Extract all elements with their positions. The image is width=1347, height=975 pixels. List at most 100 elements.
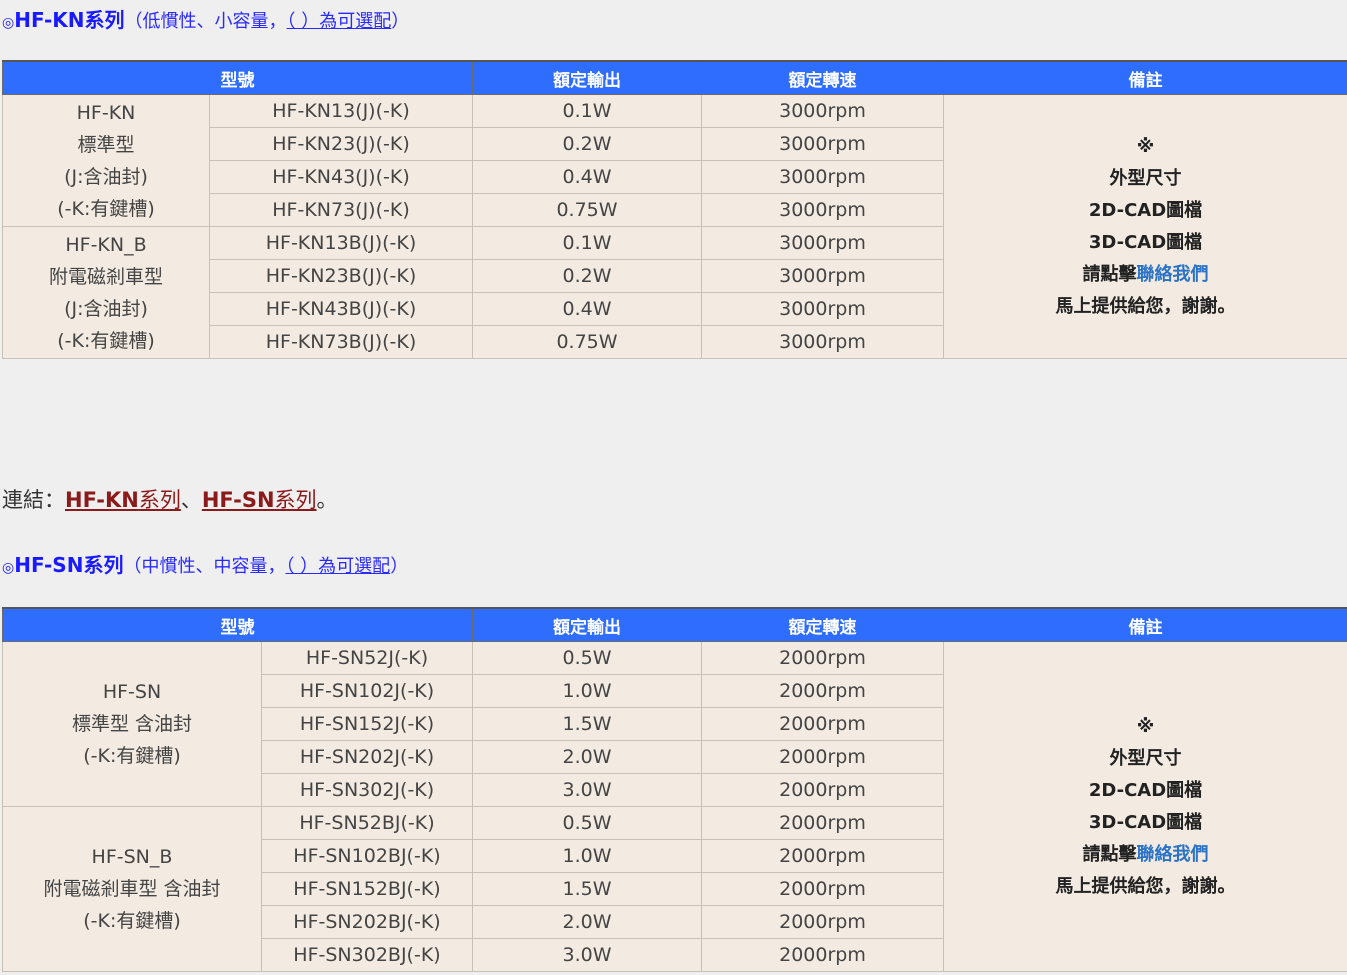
output-cell: 0.75W (472, 325, 702, 359)
output-cell: 1.0W (472, 674, 702, 708)
note-2d-cad: 2D-CAD圖檔 (1088, 199, 1203, 221)
model-cell: HF-KN43(J)(-K) (209, 160, 473, 194)
speed-cell: 2000rpm (701, 872, 944, 906)
output-cell: 0.5W (472, 806, 702, 840)
output-cell: 0.2W (472, 127, 702, 161)
table-row: HF-KN 標準型 (J:含油封) (-K:有鍵槽) HF-KN13(J)(-K… (2, 94, 1347, 359)
output-cell: 2.0W (472, 905, 702, 939)
speed-cell: 2000rpm (701, 674, 944, 708)
group-label-line: HF-SN (102, 681, 162, 703)
model-cell: HF-SN302BJ(-K) (261, 938, 473, 972)
model-cell: HF-KN43B(J)(-K) (209, 292, 473, 326)
note-dimension: 外型尺寸 (1109, 747, 1182, 769)
model-cell: HF-KN13B(J)(-K) (209, 226, 473, 260)
note-contact-line: 請點擊聯絡我們 (944, 259, 1347, 291)
speed-cell: 3000rpm (701, 193, 944, 227)
group-label-line: HF-SN_B (91, 846, 173, 868)
kn-section-heading: ◎HF-KN系列（低慣性、小容量，（ ）為可選配） (2, 4, 409, 33)
model-cell: HF-SN202BJ(-K) (261, 905, 473, 939)
model-cell: HF-KN23(J)(-K) (209, 127, 473, 161)
speed-cell: 2000rpm (701, 773, 944, 807)
note-3d-cad: 3D-CAD圖檔 (1088, 231, 1203, 253)
speed-cell: 3000rpm (701, 94, 944, 128)
output-cell: 0.5W (472, 641, 702, 675)
header-speed: 額定轉速 (701, 60, 944, 95)
bullet-icon: ◎ (2, 560, 15, 576)
header-note: 備註 (943, 60, 1347, 95)
sn-group-standard: HF-SN 標準型 含油封 (-K:有鍵槽) (2, 641, 262, 807)
model-cell: HF-SN102J(-K) (261, 674, 473, 708)
kn-spec-table: 型號 額定輸出 額定轉速 備註 HF-KN 標準型 (J:含油封) (-K:有鍵… (2, 60, 1347, 359)
hf-kn-series-link[interactable]: HF-KN系列 (65, 488, 181, 512)
group-label-line: (-K:有鍵槽) (83, 745, 181, 767)
sn-spec-table: 型號 額定輸出 額定轉速 備註 HF-SN 標準型 含油封 (-K:有鍵槽) H… (2, 607, 1347, 972)
links-separator: 、 (180, 488, 202, 512)
note-mark: ※ (1136, 715, 1155, 737)
sn-note-cell: ※ 外型尺寸 2D-CAD圖檔 3D-CAD圖檔 請點擊聯絡我們 馬上提供給您，… (943, 641, 1347, 972)
output-cell: 0.4W (472, 292, 702, 326)
header-output: 額定輸出 (472, 607, 702, 642)
kn-group-brake: HF-KN_B 附電磁剎車型 (J:含油封) (-K:有鍵槽) (2, 226, 210, 359)
speed-cell: 3000rpm (701, 160, 944, 194)
note-click-text: 請點擊 (1082, 843, 1137, 865)
output-cell: 1.5W (472, 872, 702, 906)
sn-link-suffix: 系列 (274, 488, 317, 512)
kn-optional-link[interactable]: （ ）為可選配 (287, 11, 392, 32)
kn-link-code: HF-KN (65, 488, 139, 512)
speed-cell: 2000rpm (701, 641, 944, 675)
links-prefix: 連結： (2, 488, 65, 512)
header-note: 備註 (943, 607, 1347, 642)
sn-section-heading: ◎HF-SN系列（中慣性、中容量，（ ）為可選配） (2, 549, 408, 578)
kn-group-standard: HF-KN 標準型 (J:含油封) (-K:有鍵槽) (2, 94, 210, 227)
speed-cell: 2000rpm (701, 740, 944, 774)
bullet-icon: ◎ (2, 15, 15, 31)
hf-sn-series-link[interactable]: HF-SN系列 (202, 488, 317, 512)
note-mark: ※ (1136, 135, 1155, 157)
contact-us-link[interactable]: 聯絡我們 (1137, 264, 1209, 285)
sn-heading-close: ） (390, 556, 409, 577)
speed-cell: 3000rpm (701, 127, 944, 161)
output-cell: 0.1W (472, 226, 702, 260)
speed-cell: 3000rpm (701, 292, 944, 326)
group-label-line: (-K:有鍵槽) (83, 910, 181, 932)
output-cell: 1.0W (472, 839, 702, 873)
speed-cell: 2000rpm (701, 938, 944, 972)
model-cell: HF-SN102BJ(-K) (261, 839, 473, 873)
sn-heading-subtitle: （中慣性、中容量， (123, 556, 286, 577)
header-model: 型號 (2, 607, 473, 642)
series-links: 連結：HF-KN系列、HF-SN系列。 (2, 484, 338, 514)
sn-group-brake: HF-SN_B 附電磁剎車型 含油封 (-K:有鍵槽) (2, 806, 262, 972)
speed-cell: 2000rpm (701, 707, 944, 741)
output-cell: 2.0W (472, 740, 702, 774)
model-cell: HF-SN202J(-K) (261, 740, 473, 774)
model-cell: HF-SN52J(-K) (261, 641, 473, 675)
group-label-line: 標準型 含油封 (71, 713, 193, 735)
output-cell: 1.5W (472, 707, 702, 741)
model-cell: HF-SN302J(-K) (261, 773, 473, 807)
table-row: HF-SN 標準型 含油封 (-K:有鍵槽) HF-SN52J(-K) 0.5W… (2, 641, 1347, 972)
group-label-line: HF-KN (76, 101, 136, 124)
output-cell: 0.4W (472, 160, 702, 194)
links-end: 。 (316, 488, 338, 512)
group-label-line: (-K:有鍵槽) (57, 197, 155, 220)
note-dimension: 外型尺寸 (1109, 167, 1182, 189)
sn-heading-title: HF-SN系列 (14, 553, 124, 577)
speed-cell: 2000rpm (701, 905, 944, 939)
model-cell: HF-SN152J(-K) (261, 707, 473, 741)
note-contact-line: 請點擊聯絡我們 (944, 839, 1347, 871)
output-cell: 3.0W (472, 773, 702, 807)
kn-heading-close: ） (391, 11, 410, 32)
model-cell: HF-KN73(J)(-K) (209, 193, 473, 227)
kn-heading-title: HF-KN系列 (14, 8, 125, 32)
group-label-line: HF-KN_B (65, 233, 147, 256)
sn-optional-link[interactable]: （ ）為可選配 (285, 556, 390, 577)
output-cell: 0.2W (472, 259, 702, 293)
kn-table-header: 型號 額定輸出 額定轉速 備註 (2, 60, 1347, 95)
model-cell: HF-SN152BJ(-K) (261, 872, 473, 906)
model-cell: HF-KN23B(J)(-K) (209, 259, 473, 293)
model-cell: HF-KN13(J)(-K) (209, 94, 473, 128)
contact-us-link[interactable]: 聯絡我們 (1137, 844, 1209, 865)
note-2d-cad: 2D-CAD圖檔 (1088, 779, 1203, 801)
sn-table-header: 型號 額定輸出 額定轉速 備註 (2, 607, 1347, 642)
model-cell: HF-SN52BJ(-K) (261, 806, 473, 840)
